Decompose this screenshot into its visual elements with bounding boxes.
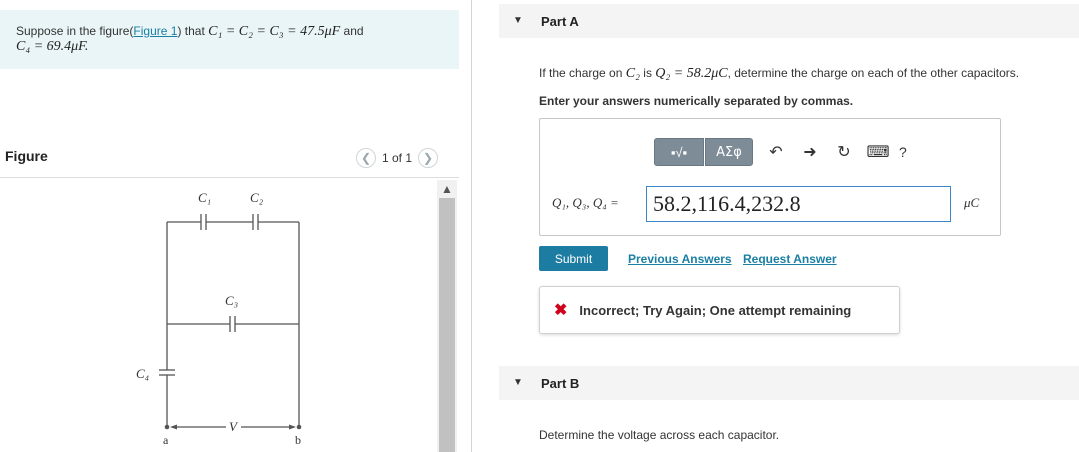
keyboard-icon[interactable]: ⌨ [866,141,889,163]
figure-pager: ❮ 1 of 1 ❯ [356,148,439,168]
terminal-a-label: a [163,433,169,447]
question-mid: is [639,66,656,80]
figure-title: Figure [5,148,48,164]
answer-input[interactable]: 58.2,116.4,232.8 [646,186,951,222]
part-a-header[interactable]: ▼ Part A [499,4,1079,38]
reset-icon[interactable]: ↻ [833,141,855,163]
v-label: V [229,419,239,434]
answer-label: Q₁, Q₃, Q₄ = [552,195,619,210]
help-button[interactable]: ? [899,144,907,160]
scrollbar-thumb[interactable] [439,198,455,452]
part-b-label: Part B [541,376,580,391]
c3-label: C₃ [225,293,238,308]
previous-answers-link[interactable]: Previous Answers [628,252,732,266]
error-x-icon: ✖ [554,302,568,319]
c2-label: C₂ [250,190,264,205]
greek-symbols-button[interactable]: ΑΣφ [705,138,753,166]
capacitance-equation-1: C₁ = C₂ = C₃ = 47.5μF [208,24,341,39]
undo-icon[interactable]: ↶ [765,141,787,163]
problem-prefix: Suppose in the figure( [16,24,134,38]
column-divider [471,0,472,452]
feedback-box: ✖ Incorrect; Try Again; One attempt rema… [539,286,900,334]
scroll-up-icon[interactable]: ▲ [441,182,453,196]
terminal-b-label: b [295,433,301,447]
question-prefix: If the charge on [539,66,626,80]
problem-suffix: ) that [177,24,209,38]
collapse-triangle-icon[interactable]: ▼ [513,15,523,26]
c4-label: C₄ [136,366,150,381]
part-b-header[interactable]: ▼ Part B [499,366,1079,400]
app-root: Suppose in the figure(Figure 1) that C₁ … [0,0,1079,452]
circuit-diagram: C₁ C₂ C₃ C₄ V a b [136,190,302,447]
previous-figure-button[interactable]: ❮ [356,148,376,168]
feedback-text: Incorrect; Try Again; One attempt remain… [579,302,852,318]
question-q2: Q₂ = 58.2μC [655,66,728,81]
answer-box: ▪√▪ ΑΣφ ↶ ➜ ↻ ⌨ ? Q₁, Q₃, Q₄ = 58.2,116.… [539,118,1001,236]
part-a-question: If the charge on C₂ is Q₂ = 58.2μC, dete… [539,66,1019,82]
answer-instruction: Enter your answers numerically separated… [539,94,854,108]
request-answer-link[interactable]: Request Answer [743,252,837,266]
fraction-sqrt-button[interactable]: ▪√▪ [654,138,704,166]
capacitance-equation-2: C₄ = 69.4μF. [16,39,89,54]
redo-icon[interactable]: ➜ [799,141,821,163]
problem-and: and [340,24,364,38]
figure-page-count: 1 of 1 [382,151,413,165]
part-a-label: Part A [541,14,579,29]
submit-button[interactable]: Submit [539,246,608,271]
collapse-triangle-icon[interactable]: ▼ [513,377,523,388]
math-toolbar: ▪√▪ ΑΣφ ↶ ➜ ↻ ⌨ ? [654,138,907,166]
part-b-question: Determine the voltage across each capaci… [539,428,780,442]
figure-link[interactable]: Figure 1 [133,24,177,38]
question-c2: C₂ [625,66,640,81]
next-figure-button[interactable]: ❯ [418,148,439,168]
figure-header: Figure ❮ 1 of 1 ❯ [0,140,459,178]
figure-scrollbar[interactable]: ▲ [437,180,457,452]
problem-statement: Suppose in the figure(Figure 1) that C₁ … [0,10,459,69]
c1-label: C₁ [198,190,211,205]
answer-unit: μC [964,195,980,210]
question-suffix: , determine the charge on each of the ot… [727,66,1020,80]
